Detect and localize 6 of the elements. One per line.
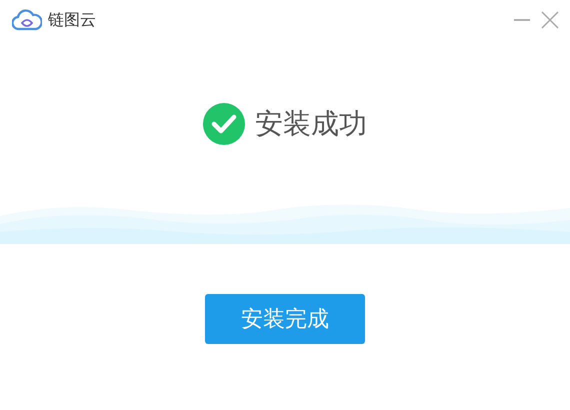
window-title: 链图云 [48,10,96,30]
check-icon [203,103,245,145]
cloud-logo-icon [12,9,42,31]
finish-button[interactable]: 安装完成 [205,294,365,344]
close-icon[interactable] [540,10,560,30]
status-message: 安装成功 [255,106,367,142]
